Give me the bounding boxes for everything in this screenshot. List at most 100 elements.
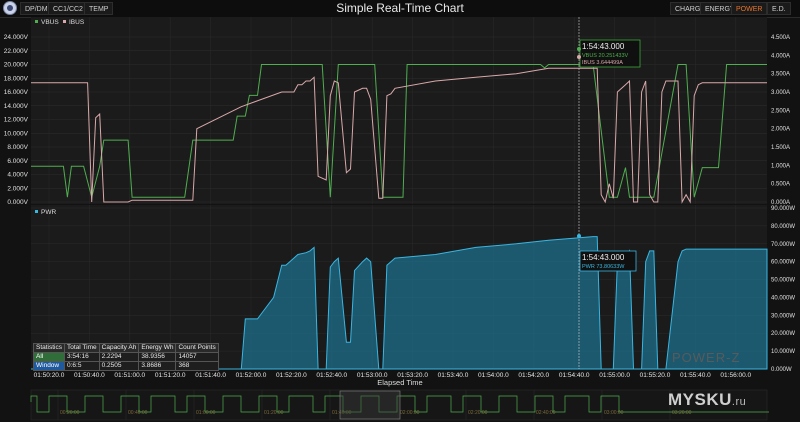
statistics-table: Statistics Total Time Capacity Ah Energy… xyxy=(32,343,219,371)
statistics-row-all: All 3:54:16 2.2294 38.9356 14057 xyxy=(32,352,219,362)
x-tick-label: 01:51:00.0 xyxy=(114,372,145,379)
x-tick-label: 01:50:40.0 xyxy=(74,372,105,379)
ibus-marker-dot xyxy=(577,55,581,59)
watermark-domain: .ru xyxy=(731,396,747,408)
overview-tick-label: 00:20:00 xyxy=(60,410,80,416)
y-left-tick-label: 10.000V xyxy=(4,130,29,137)
top-marker-ibus: IBUS 3.644499A xyxy=(582,60,623,66)
pwr-legend-label: PWR xyxy=(41,209,56,216)
y-left-tick-label: 12.000V xyxy=(4,117,29,124)
stat-row-label: All xyxy=(32,352,66,362)
watermark-text: MYSKU xyxy=(668,390,732,409)
top-marker-tooltip: 1:54:43.000 VBUS 20.251433V IBUS 3.64449… xyxy=(579,39,641,68)
ibus-legend-label: IBUS xyxy=(69,19,85,26)
y-left-tick-label: 16.000V xyxy=(4,89,29,96)
bottom-right-axis: 0.000W 10.000W 20.000W 30.000W 40.000W 50.000… xyxy=(771,206,795,373)
x-tick-label: 01:54:20.0 xyxy=(518,372,549,379)
stat-header-cell: Total Time xyxy=(64,343,100,353)
stat-header-cell: Count Points xyxy=(175,343,219,353)
vbus-ibus-plot-area[interactable] xyxy=(31,17,767,204)
x-tick-label: 01:52:20.0 xyxy=(276,372,307,379)
statistics-row-window: Window 0:6:5 0.2505 3.8686 368 xyxy=(32,361,219,371)
x-tick-label: 01:52:40.0 xyxy=(316,372,347,379)
stat-cell: 3.8686 xyxy=(138,361,177,371)
pwr-legend-swatch xyxy=(35,210,38,213)
x-axis-label: Elapsed Time xyxy=(377,378,422,387)
y-right-tick-label: 60.000W xyxy=(771,260,795,266)
overview-tick-label: 01:20:00 xyxy=(264,410,284,416)
y-left-tick-label: 22.000V xyxy=(4,48,29,55)
x-tick-label: 01:56:00.0 xyxy=(720,372,751,379)
stat-cell: 0:6:5 xyxy=(64,361,100,371)
x-tick-label: 01:53:40.0 xyxy=(438,372,469,379)
y-left-tick-label: 24.000V xyxy=(4,34,29,41)
stat-cell: 14057 xyxy=(175,352,219,362)
top-left-axis: 0.000V 2.000V 4.000V 6.000V 8.000V 10.000V 12.… xyxy=(4,34,29,206)
x-tick-label: 01:54:40.0 xyxy=(559,372,590,379)
vbus-legend-label: VBUS xyxy=(41,19,59,26)
y-right-tick-label: 20.000W xyxy=(771,331,795,337)
stat-header-cell: Energy Wh xyxy=(138,343,177,353)
y-right-tick-label: 3.000A xyxy=(771,90,790,96)
x-tick-label: 01:51:40.0 xyxy=(195,372,226,379)
bottom-marker-pwr: PWR 73.80633W xyxy=(582,264,625,270)
y-right-tick-label: 2.000A xyxy=(771,127,790,133)
top-right-axis: 0.000A0.500A1.000A1.500A2.000A2.500A3.00… xyxy=(771,35,790,206)
y-right-tick-label: 1.500A xyxy=(771,145,790,151)
y-left-tick-label: 14.000V xyxy=(4,103,29,110)
ibus-legend-swatch xyxy=(63,20,66,23)
stat-cell: 38.9356 xyxy=(138,352,177,362)
y-right-tick-label: 1.000A xyxy=(771,163,790,169)
y-left-tick-label: 8.000V xyxy=(7,144,28,151)
y-right-tick-label: 4.000A xyxy=(771,53,790,59)
overview-window-handle[interactable] xyxy=(339,390,401,420)
device-brand-logo: POWER-Z xyxy=(672,350,741,365)
bottom-marker-tooltip: 1:54:43.000 PWR 73.80633W xyxy=(579,250,637,272)
stat-header-cell: Capacity Ah xyxy=(98,343,140,353)
stat-cell: 0.2505 xyxy=(98,361,140,371)
y-right-tick-label: 40.000W xyxy=(771,295,795,301)
y-right-tick-label: 10.000W xyxy=(771,349,795,355)
x-tick-label: 01:55:20.0 xyxy=(640,372,671,379)
overview-tick-label: 00:40:00 xyxy=(128,410,148,416)
y-right-tick-label: 90.000W xyxy=(771,206,795,212)
y-left-tick-label: 20.000V xyxy=(4,62,29,69)
stat-cell: 2.2294 xyxy=(98,352,140,362)
overview-tick-label: 02:00:00 xyxy=(400,410,420,416)
stat-cell: 3:54:16 xyxy=(64,352,100,362)
y-left-tick-label: 18.000V xyxy=(4,75,29,82)
vbus-legend-swatch xyxy=(35,20,38,23)
y-right-tick-label: 50.000W xyxy=(771,278,795,284)
y-right-tick-label: 3.500A xyxy=(771,72,790,78)
overview-tick-label: 01:00:00 xyxy=(196,410,216,416)
x-tick-label: 01:54:00.0 xyxy=(478,372,509,379)
y-left-tick-label: 0.000V xyxy=(7,199,28,206)
overview-tick-label: 02:20:00 xyxy=(468,410,488,416)
y-left-tick-label: 4.000V xyxy=(7,172,28,179)
statistics-header-row: Statistics Total Time Capacity Ah Energy… xyxy=(32,343,219,353)
y-right-tick-label: 4.500A xyxy=(771,35,790,41)
watermark: MYSKU.ru xyxy=(668,390,746,410)
stat-header-cell: Statistics xyxy=(32,343,66,353)
y-right-tick-label: 0.000W xyxy=(771,367,792,373)
y-left-tick-label: 6.000V xyxy=(7,158,28,165)
x-tick-label: 01:52:00.0 xyxy=(236,372,267,379)
top-marker-time: 1:54:43.000 xyxy=(582,42,625,51)
x-tick-label: 01:51:20.0 xyxy=(155,372,186,379)
pwr-marker-dot xyxy=(577,234,581,238)
y-right-tick-label: 70.000W xyxy=(771,242,795,248)
x-tick-label: 01:55:40.0 xyxy=(680,372,711,379)
x-tick-label: 01:55:00.0 xyxy=(599,372,630,379)
top-marker-vbus: VBUS 20.251433V xyxy=(582,53,629,59)
y-right-tick-label: 0.500A xyxy=(771,182,790,188)
stat-row-label: Window xyxy=(32,361,66,371)
overview-tick-label: 03:00:00 xyxy=(604,410,624,416)
x-tick-label: 01:50:20.0 xyxy=(34,372,65,379)
vbus-marker-dot xyxy=(577,47,581,51)
y-right-tick-label: 30.000W xyxy=(771,313,795,319)
y-left-tick-label: 2.000V xyxy=(7,185,28,192)
bottom-marker-time: 1:54:43.000 xyxy=(582,253,625,262)
overview-tick-label: 03:20:00 xyxy=(672,410,692,416)
y-right-tick-label: 80.000W xyxy=(771,224,795,230)
y-right-tick-label: 2.500A xyxy=(771,108,790,114)
